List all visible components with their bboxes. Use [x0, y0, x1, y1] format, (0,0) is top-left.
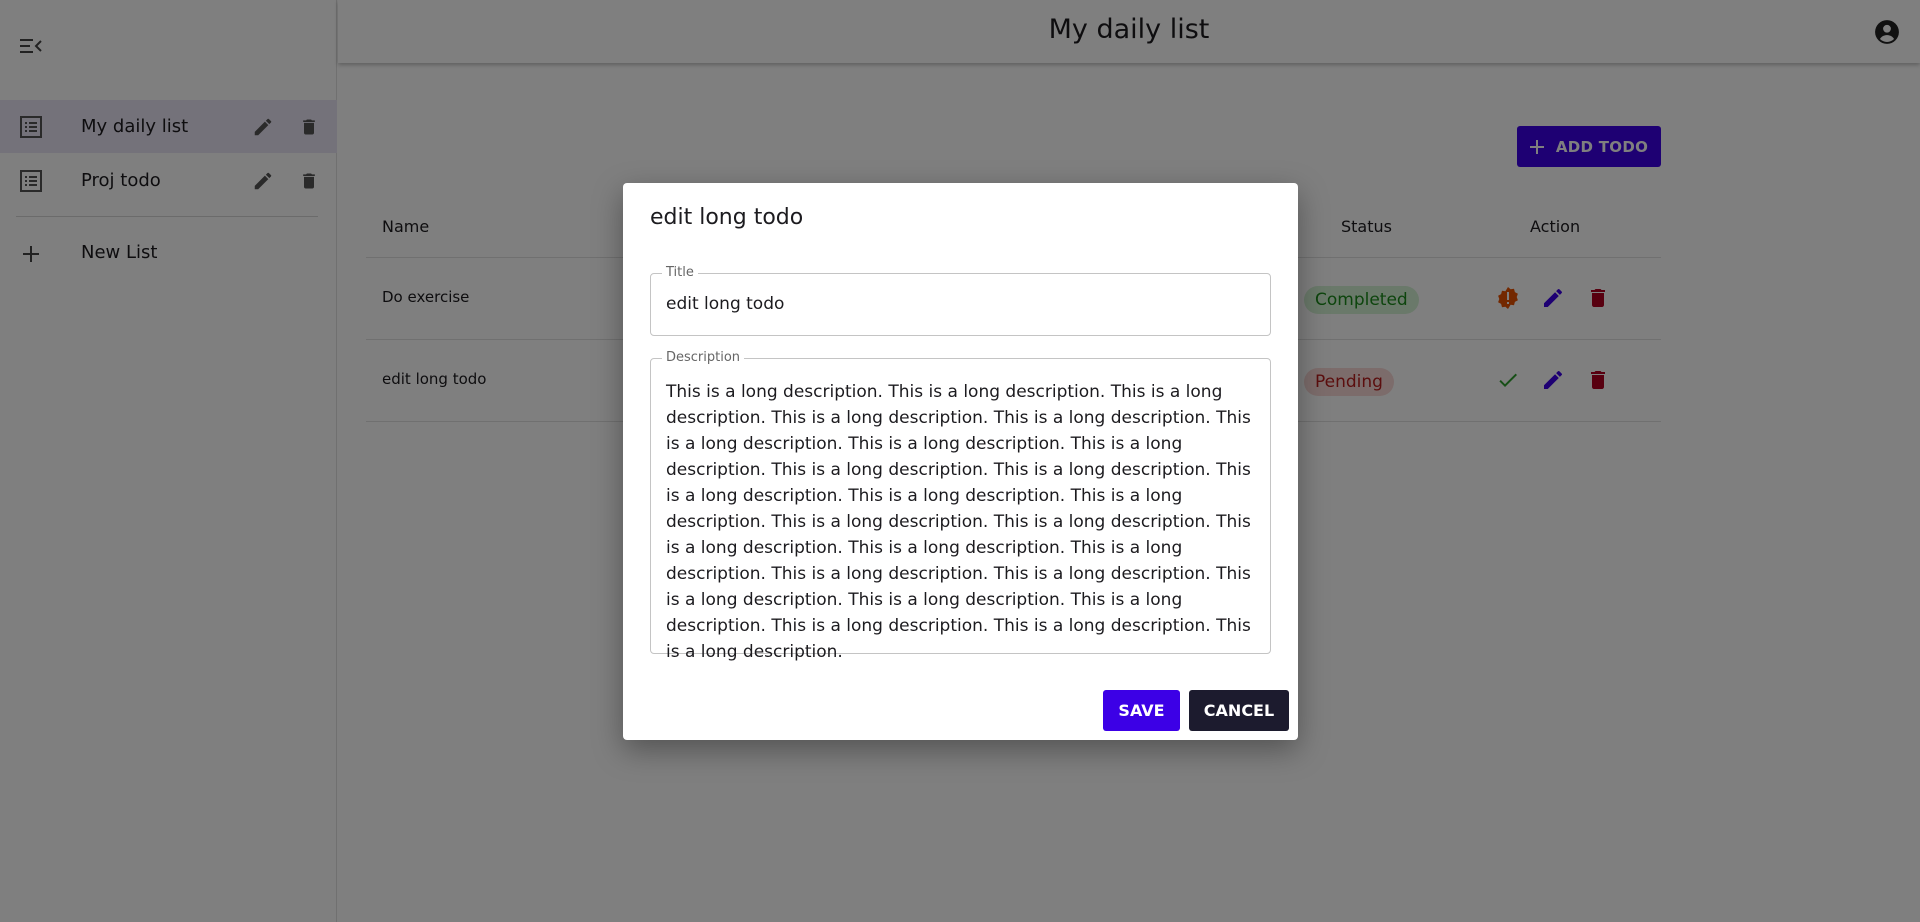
edit-todo-dialog: edit long todo Title edit long todo Desc…	[623, 183, 1298, 740]
description-textarea[interactable]: This is a long description. This is a lo…	[666, 379, 1258, 665]
cancel-button[interactable]: CANCEL	[1189, 690, 1289, 731]
title-field[interactable]: Title edit long todo	[650, 265, 1271, 336]
description-field-label: Description	[662, 350, 745, 365]
save-button[interactable]: SAVE	[1103, 690, 1180, 731]
title-input[interactable]: edit long todo	[666, 294, 784, 314]
title-field-label: Title	[662, 265, 698, 280]
dialog-title: edit long todo	[650, 205, 804, 230]
description-field[interactable]: Description This is a long description. …	[650, 350, 1271, 662]
